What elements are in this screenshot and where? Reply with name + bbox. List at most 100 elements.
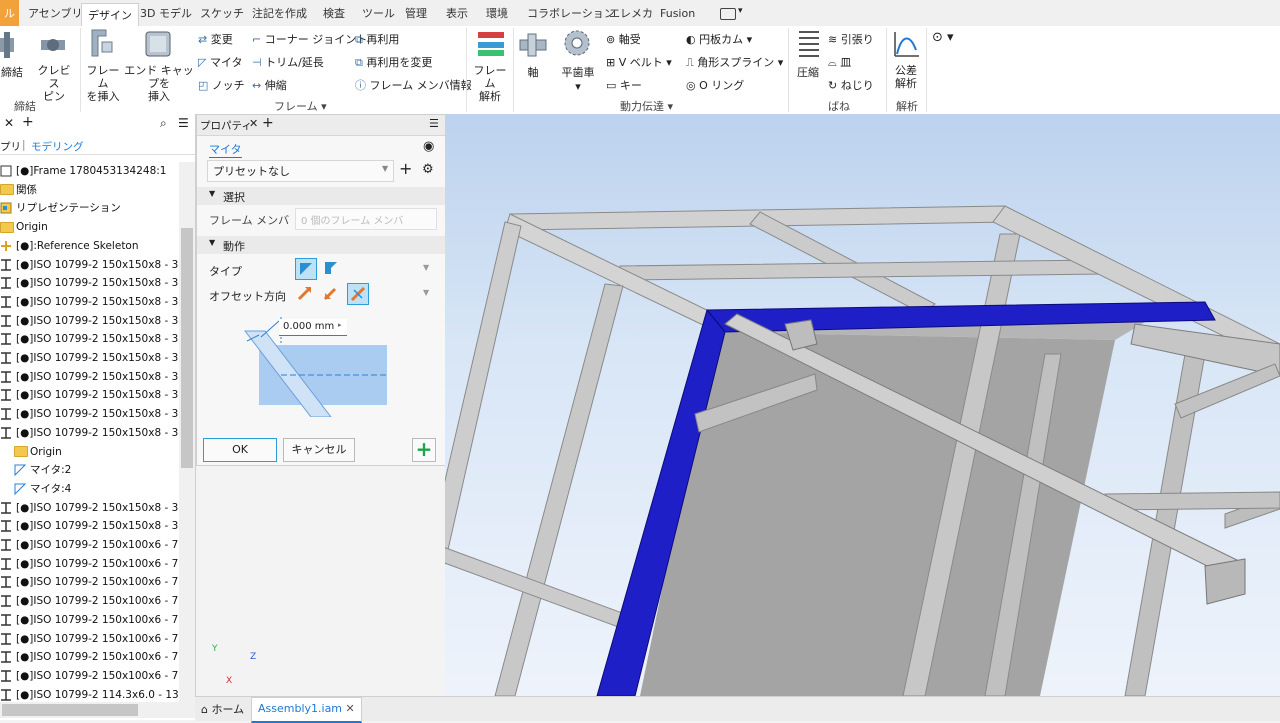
tree-row[interactable]: [●]ISO 10799-2 150x150x8 - 3 xyxy=(0,499,178,517)
frame-member[interactable] xyxy=(619,259,1104,281)
tree-row[interactable]: [●]ISO 10799-2 150x100x6 - 7 xyxy=(0,592,178,610)
graphics-viewport[interactable] xyxy=(445,114,1280,696)
trim-extend-button[interactable]: ⊣ トリム/延長 xyxy=(252,54,324,70)
tree-row[interactable]: Origin xyxy=(0,218,48,236)
horizontal-scrollbar-thumb[interactable] xyxy=(2,704,138,716)
browser-tab-assembly[interactable]: プリ xyxy=(0,139,21,154)
insert-frame-button[interactable]: フレーム を挿入 xyxy=(84,64,122,103)
tab-sketch[interactable]: スケッチ xyxy=(200,0,244,26)
document-tab[interactable]: Assembly1.iam ✕ xyxy=(251,697,362,723)
home-tab[interactable]: ⌂ ホーム xyxy=(201,701,244,717)
spline-button[interactable]: ⎍ 角形スプライン ▾ xyxy=(686,54,783,70)
tree-row[interactable]: [●]ISO 10799-2 150x150x8 - 3 xyxy=(0,368,178,386)
tree-row[interactable]: マイタ:2 xyxy=(14,461,71,479)
offset-direction-2-button[interactable] xyxy=(321,283,341,303)
torsion-spring-button[interactable]: ↻ ねじり xyxy=(828,77,874,93)
tree-row[interactable]: [●]:Reference Skeleton xyxy=(0,237,139,255)
tab-design[interactable]: デザイン xyxy=(81,3,139,27)
o-ring-button[interactable]: ◎ O リング xyxy=(686,77,744,93)
tree-row[interactable]: [●]ISO 10799-2 150x150x8 - 3 xyxy=(0,424,178,442)
menu-icon[interactable]: ☰ xyxy=(429,117,439,130)
offset-direction-symmetric-button[interactable] xyxy=(347,283,369,305)
insert-end-cap-button[interactable]: エンド キャップを 挿入 xyxy=(124,64,194,103)
tab-file[interactable]: ル xyxy=(0,0,19,26)
browser-tab-modeling[interactable]: モデリング xyxy=(31,139,84,155)
ok-button[interactable]: OK xyxy=(203,438,277,462)
close-icon[interactable]: ✕ xyxy=(346,702,355,715)
tab-mechatronics[interactable]: エレメカ xyxy=(609,0,653,26)
key-button[interactable]: ▭ キー xyxy=(606,77,642,93)
tab-collaborate[interactable]: コラボレーション xyxy=(527,0,615,26)
bolted-connection-button[interactable]: 締結 xyxy=(0,64,24,80)
offset-direction-1-button[interactable] xyxy=(295,283,315,303)
tree-row[interactable]: [●]ISO 10799-2 150x150x8 - 3 xyxy=(0,293,178,311)
tree-row[interactable]: [●]ISO 10799-2 150x100x6 - 7 xyxy=(0,630,178,648)
close-icon[interactable]: ✕ xyxy=(249,117,258,130)
tree-row[interactable]: 関係 xyxy=(0,181,37,199)
cancel-button[interactable]: キャンセル xyxy=(283,438,355,462)
notch-button[interactable]: ◰ ノッチ xyxy=(198,77,245,93)
tree-row[interactable]: [●]ISO 10799-2 150x150x8 - 3 xyxy=(0,517,178,535)
tab-inspect[interactable]: 検査 xyxy=(323,0,345,26)
screen-capture-icon[interactable] xyxy=(720,8,736,20)
add-tab-icon[interactable]: + xyxy=(262,115,274,131)
menu-icon[interactable]: ☰ xyxy=(178,116,189,130)
tree-row[interactable]: [●]Frame 1780453134248:1 xyxy=(0,162,166,180)
change-button[interactable]: ⇄ 変更 xyxy=(198,31,233,47)
lengthen-button[interactable]: ↔ 伸縮 xyxy=(252,77,287,93)
tree-row[interactable]: [●]ISO 10799-2 150x150x8 - 3 xyxy=(0,349,178,367)
tree-row[interactable]: [●]ISO 10799-2 150x100x6 - 7 xyxy=(0,536,178,554)
frame-member[interactable] xyxy=(445,221,522,696)
miter-full-type-button[interactable] xyxy=(295,258,317,280)
tab-tools[interactable]: ツール xyxy=(362,0,395,26)
tree-row[interactable]: [●]ISO 10799-2 150x150x8 - 3 xyxy=(0,405,178,423)
tree-row[interactable]: [●]ISO 10799-2 150x150x8 - 3 xyxy=(0,330,178,348)
frame-member[interactable] xyxy=(1104,491,1280,511)
chevron-right-icon[interactable]: ▸ xyxy=(338,321,342,329)
tab-manage[interactable]: 管理 xyxy=(405,0,427,26)
apply-button[interactable]: + xyxy=(412,438,436,462)
group-label-frame[interactable]: フレーム ▾ xyxy=(274,98,327,114)
customize-ribbon-icon[interactable]: ⊙ ▾ xyxy=(932,30,954,45)
tab-assemble[interactable]: アセンブリ xyxy=(28,0,82,26)
add-tab-icon[interactable]: + xyxy=(22,114,34,130)
miter-button[interactable]: ◸ マイタ xyxy=(198,54,243,70)
clevis-pin-button[interactable]: クレビス ピン xyxy=(34,64,74,103)
tree-row[interactable]: [●]ISO 10799-2 150x150x8 - 3 xyxy=(0,386,178,404)
search-icon[interactable]: ⌕ xyxy=(160,116,167,131)
eye-icon[interactable]: ◉ xyxy=(423,139,434,154)
tab-fusion[interactable]: Fusion xyxy=(660,0,695,26)
shaft-button[interactable]: 軸 xyxy=(522,64,544,80)
tree-row[interactable]: [●]ISO 10799-2 150x100x6 - 7 xyxy=(0,611,178,629)
corner-joint-button[interactable]: ⌐ コーナー ジョイント xyxy=(252,31,367,47)
disc-cam-button[interactable]: ◐ 円板カム ▾ xyxy=(686,31,752,47)
tree-row[interactable]: リプレゼンテーション xyxy=(0,199,121,217)
tree-row[interactable]: [●]ISO 10799-2 150x100x6 - 7 xyxy=(0,555,178,573)
close-icon[interactable]: ✕ xyxy=(4,116,14,130)
miter-half-type-button[interactable] xyxy=(321,258,341,278)
properties-tab[interactable]: プロパティ xyxy=(200,118,252,133)
tree-row[interactable]: Origin xyxy=(14,443,62,461)
tree-row[interactable]: [●]ISO 10799-2 150x150x8 - 3 xyxy=(0,274,178,292)
tension-spring-button[interactable]: ≋ 引張り xyxy=(828,31,874,47)
scrollbar-thumb[interactable] xyxy=(181,228,193,468)
add-preset-icon[interactable]: + xyxy=(399,159,412,178)
tab-view[interactable]: 表示 xyxy=(446,0,468,26)
chevron-down-icon[interactable]: ▾ xyxy=(738,6,743,16)
collapse-icon[interactable]: ▼ xyxy=(209,238,215,247)
tolerance-analysis-button[interactable]: 公差 解析 xyxy=(886,64,926,90)
brace-end-plate[interactable] xyxy=(1204,558,1246,605)
chevron-down-icon[interactable]: ▼ xyxy=(423,263,429,272)
frame-member-info-button[interactable]: ⓘ フレーム メンバ情報 xyxy=(355,77,472,93)
frame-member[interactable] xyxy=(494,283,624,696)
vbelt-button[interactable]: ⊞ V ベルト ▾ xyxy=(606,54,672,70)
group-label-power-transmission[interactable]: 動力伝達 ▾ xyxy=(620,98,673,114)
tree-row[interactable]: [●]ISO 10799-2 150x150x8 - 3 xyxy=(0,256,178,274)
collapse-icon[interactable]: ▼ xyxy=(209,189,215,198)
tree-row[interactable]: [●]ISO 10799-2 114.3x6.0 - 13 xyxy=(0,686,178,702)
reuse-button[interactable]: ⧉ 再利用 xyxy=(355,31,399,47)
tree-row[interactable]: [●]ISO 10799-2 150x100x6 - 7 xyxy=(0,573,178,591)
tree-row[interactable]: マイタ:4 xyxy=(14,480,71,498)
tab-3d-model[interactable]: 3D モデル xyxy=(140,0,192,26)
tree-row[interactable]: [●]ISO 10799-2 150x100x6 - 7 xyxy=(0,667,178,685)
